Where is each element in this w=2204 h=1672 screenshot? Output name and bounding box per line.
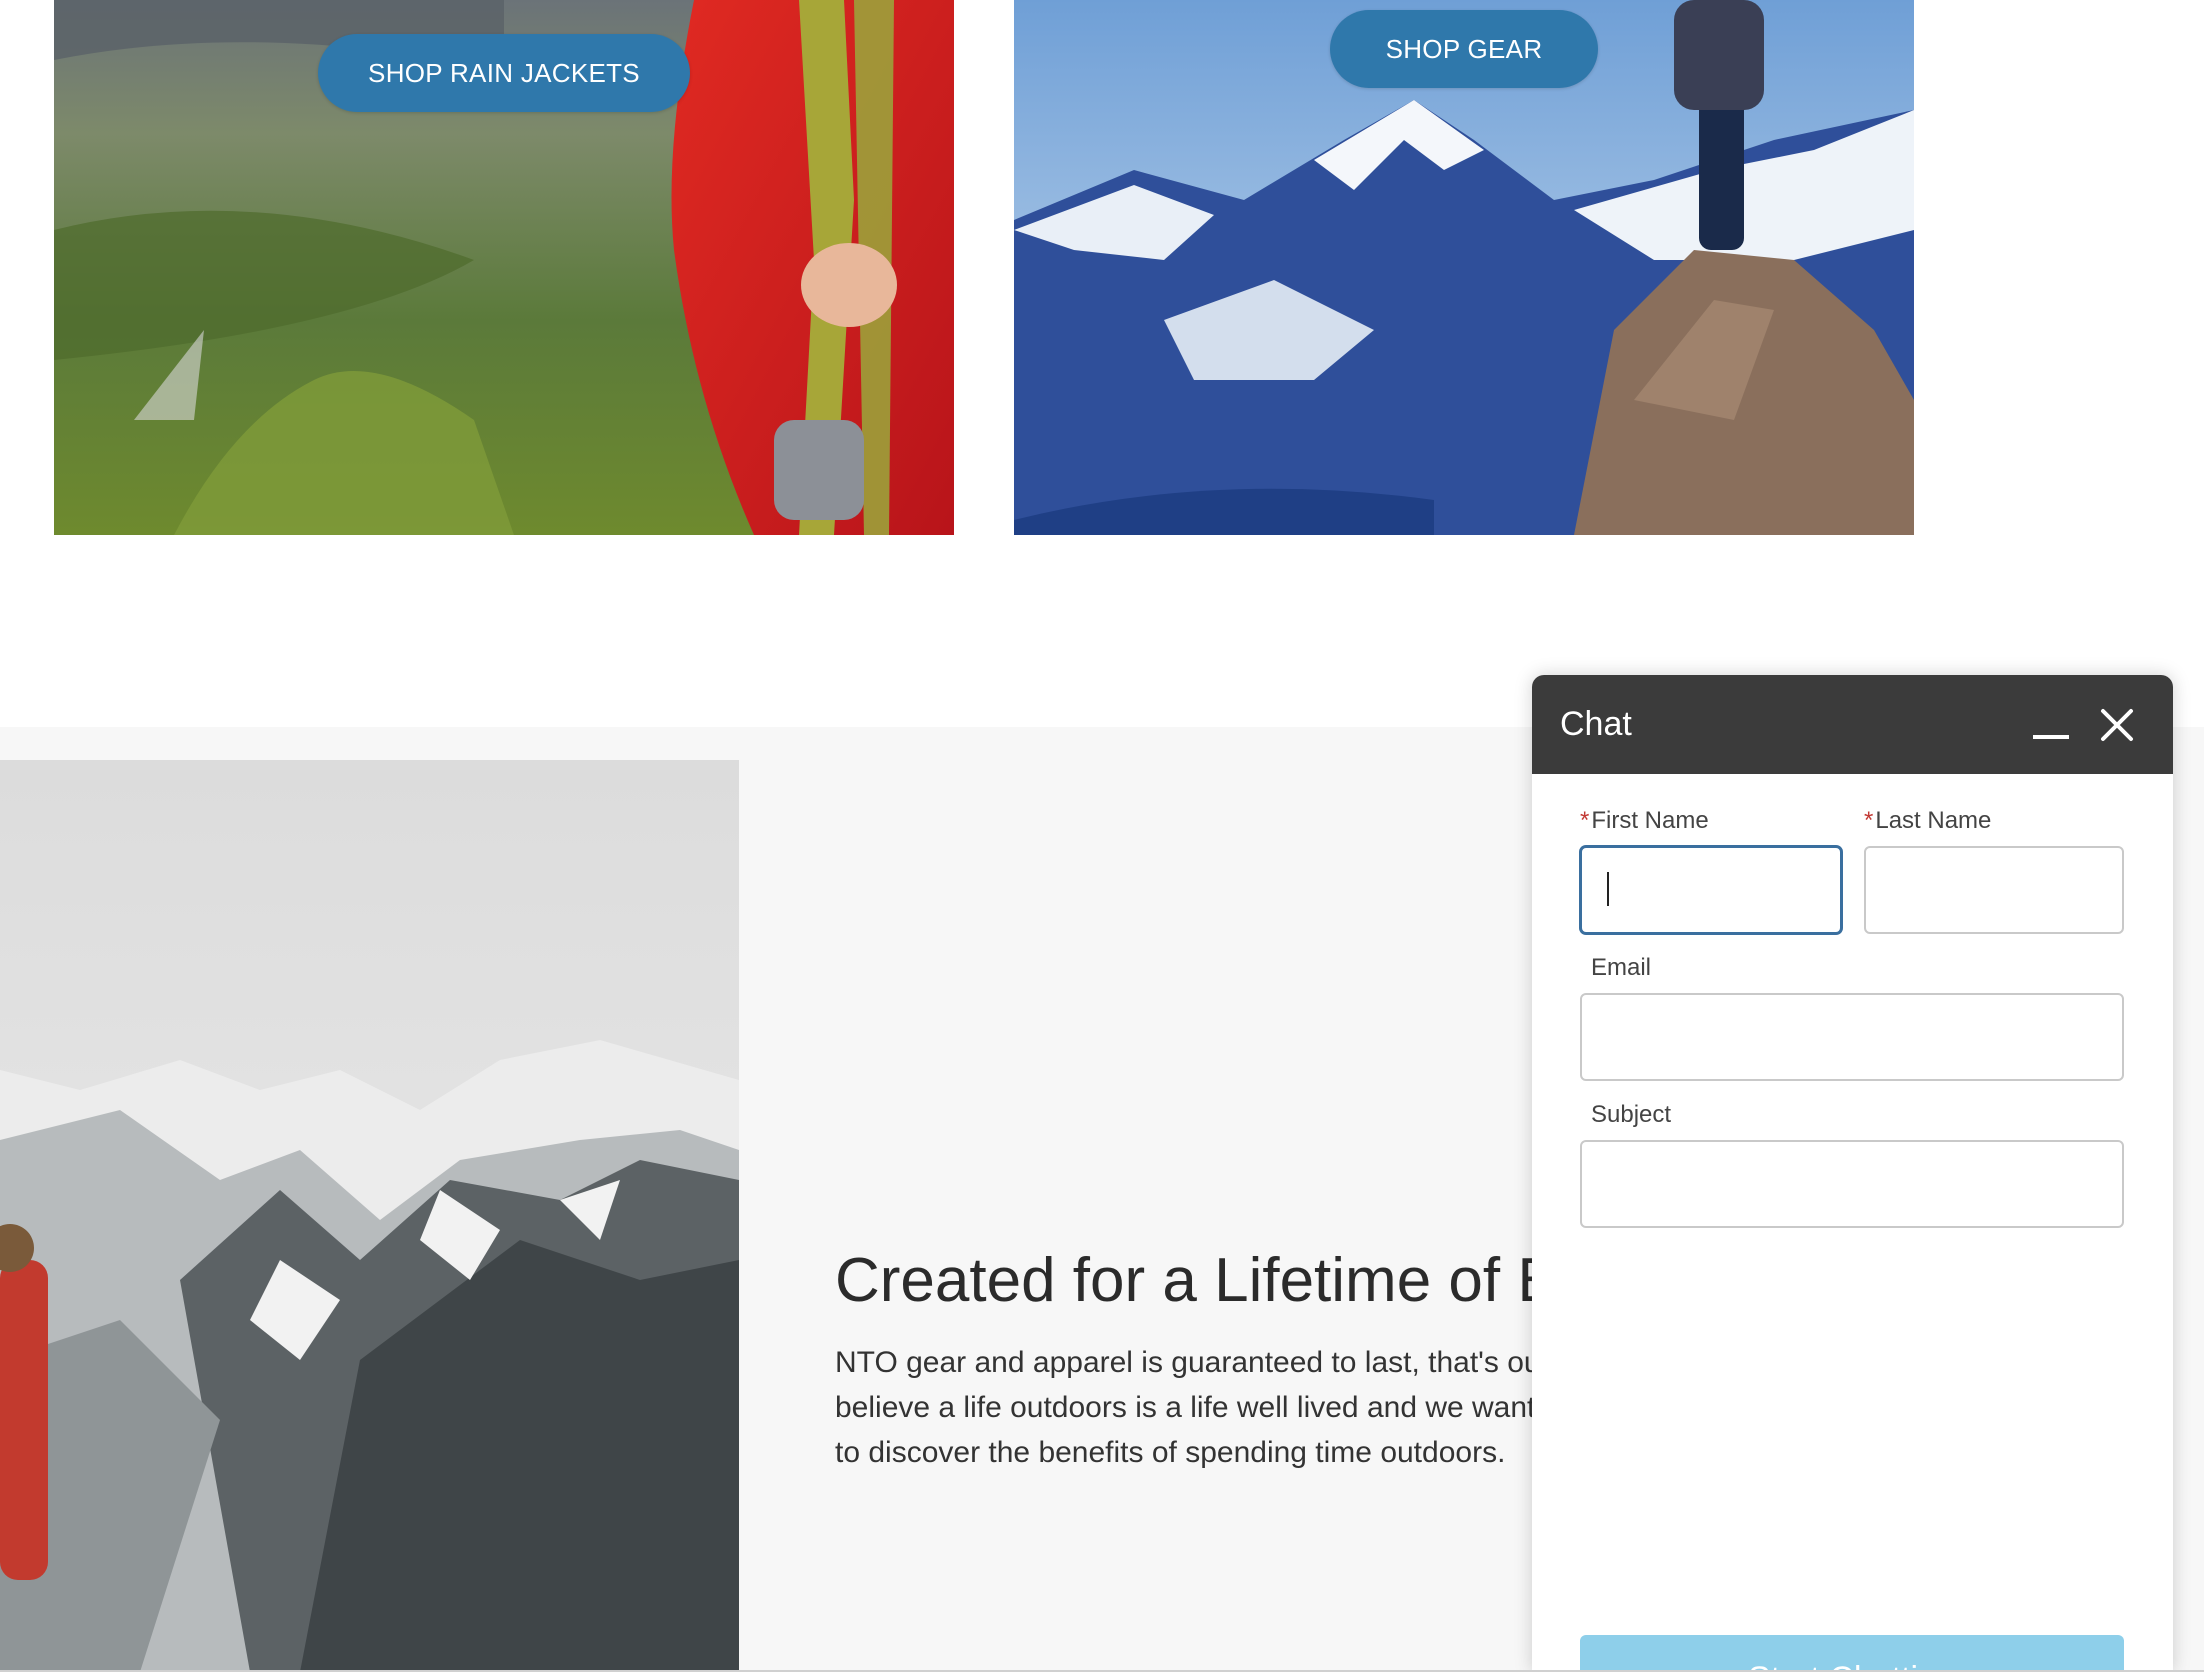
chat-widget: Chat *First Name *Last Name Email Subjec… [1532,675,2173,1672]
shop-gear-button[interactable]: SHOP GEAR [1330,10,1598,88]
shop-rain-jackets-button[interactable]: SHOP RAIN JACKETS [318,34,690,112]
first-name-input[interactable] [1580,846,1842,934]
start-chatting-button[interactable]: Start Chatting [1580,1635,2124,1672]
chat-title: Chat [1560,705,1632,743]
promo-tile-rain-jackets: SHOP RAIN JACKETS [54,0,954,535]
email-field[interactable] [1580,993,2124,1081]
last-name-label: *Last Name [1864,807,1991,835]
subject-field[interactable] [1580,1140,2124,1228]
snowy-mountains-image [0,760,739,1672]
first-name-label: *First Name [1580,807,1709,835]
chat-form: *First Name *Last Name Email Subject Sta… [1532,774,2173,1672]
required-mark: * [1864,807,1874,834]
close-icon[interactable] [2097,705,2137,745]
feature-description: NTO gear and apparel is guaranteed to la… [835,1346,1541,1469]
first-name-label-text: First Name [1591,807,1709,834]
last-name-input[interactable] [1864,846,2124,934]
minimize-icon[interactable] [2031,705,2071,745]
promo-tile-gear: SHOP GEAR [1014,0,1914,535]
required-mark: * [1580,807,1590,834]
email-label: Email [1591,954,1652,981]
subject-label: Subject [1591,1101,1672,1128]
feature-title: Created for a Lifetime of Ex [835,1246,1590,1315]
chat-header: Chat [1532,675,2173,774]
last-name-label-text: Last Name [1875,807,1992,834]
text-cursor [1607,872,1609,906]
